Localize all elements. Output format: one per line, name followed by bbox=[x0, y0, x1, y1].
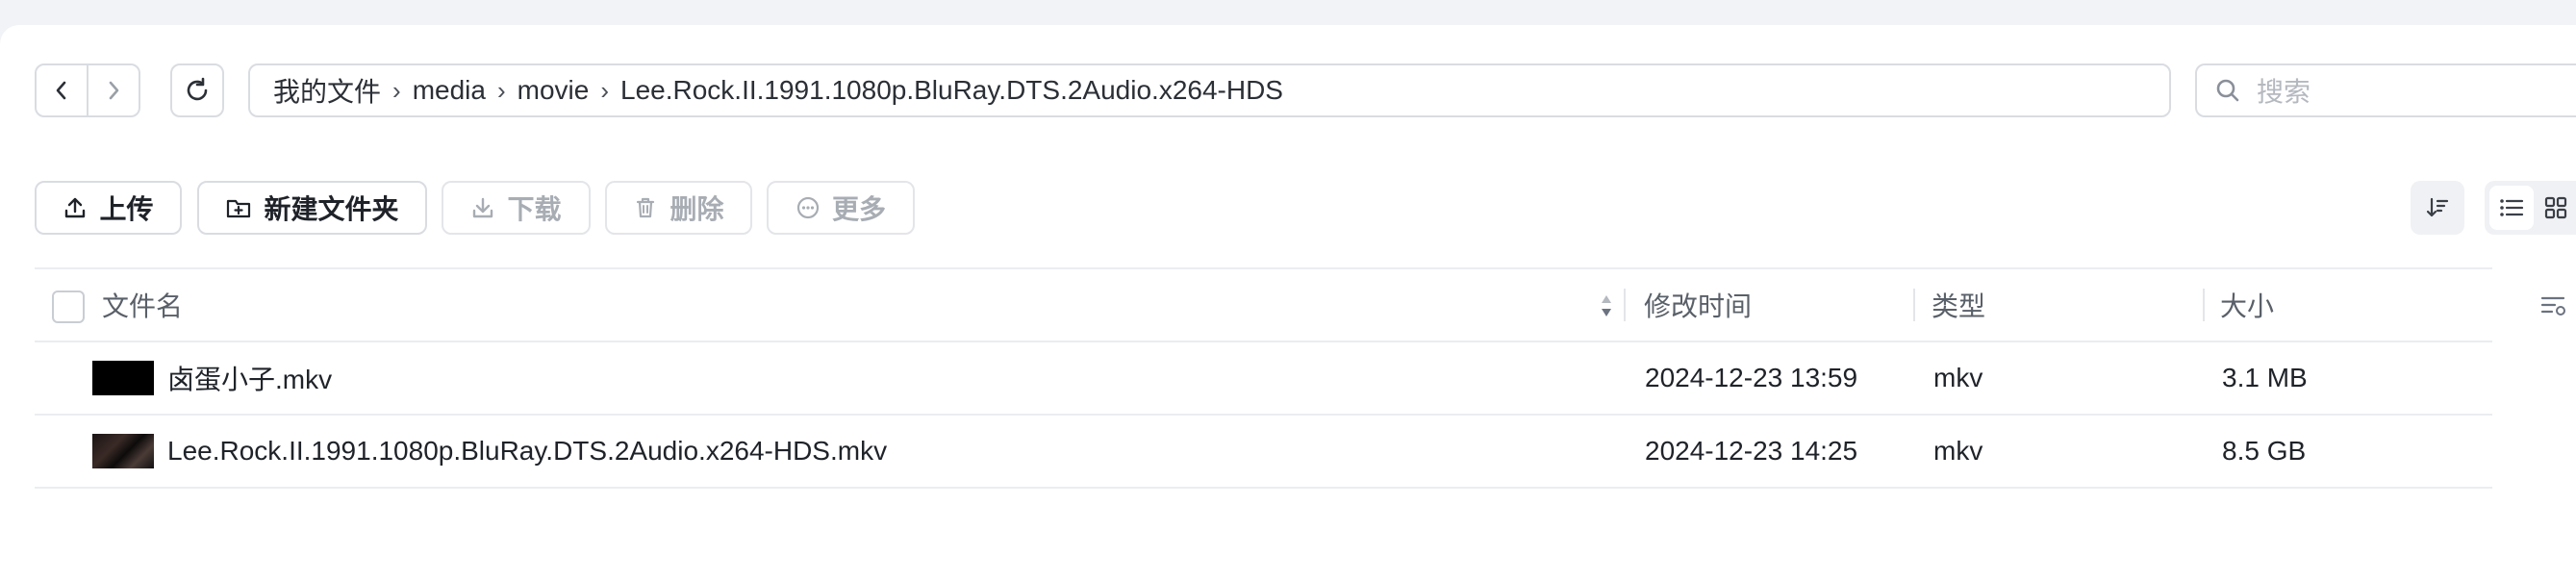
new-folder-label: 新建文件夹 bbox=[264, 194, 399, 224]
file-name[interactable]: 卤蛋小子.mkv bbox=[167, 359, 332, 397]
size-cell: 8.5 GB bbox=[2222, 436, 2307, 466]
upload-icon bbox=[63, 195, 88, 220]
history-nav bbox=[35, 63, 140, 117]
more-button[interactable]: 更多 bbox=[767, 181, 915, 235]
type-cell: mkv bbox=[1933, 363, 1983, 392]
sort-button[interactable] bbox=[2411, 181, 2464, 235]
new-folder-button[interactable]: 新建文件夹 bbox=[197, 181, 427, 235]
column-header-modified-label: 修改时间 bbox=[1644, 291, 1753, 321]
list-view-button[interactable] bbox=[2489, 186, 2534, 230]
table-row[interactable]: 卤蛋小子.mkv 2024-12-23 13:59 mkv 3.1 MB bbox=[35, 342, 2492, 414]
upload-label: 上传 bbox=[99, 194, 154, 224]
list-icon bbox=[2498, 196, 2525, 219]
column-settings-icon bbox=[2539, 292, 2568, 319]
column-header-size-label: 大小 bbox=[2220, 291, 2275, 321]
column-header-name[interactable]: 文件名 bbox=[102, 269, 183, 341]
file-name[interactable]: Lee.Rock.II.1991.1080p.BluRay.DTS.2Audio… bbox=[167, 436, 887, 467]
grid-icon bbox=[2543, 195, 2568, 220]
file-name-cell: 卤蛋小子.mkv bbox=[92, 342, 332, 414]
chevron-left-icon bbox=[52, 79, 71, 102]
column-header-type-label: 类型 bbox=[1932, 291, 1986, 321]
column-settings-button[interactable] bbox=[2539, 292, 2568, 319]
checkbox[interactable] bbox=[52, 290, 85, 323]
select-all-checkbox[interactable] bbox=[52, 290, 85, 323]
chevron-right-icon bbox=[104, 79, 123, 102]
delete-button[interactable]: 删除 bbox=[605, 181, 752, 235]
column-header-type[interactable]: 类型 bbox=[1932, 269, 1985, 341]
row-divider bbox=[35, 487, 2492, 489]
sort-toggle[interactable] bbox=[1599, 290, 1614, 321]
refresh-icon bbox=[183, 76, 212, 105]
video-thumbnail bbox=[92, 361, 154, 395]
trash-icon bbox=[633, 195, 658, 220]
table-top-divider bbox=[35, 267, 2492, 269]
modified-cell: 2024-12-23 13:59 bbox=[1645, 363, 1858, 392]
column-divider[interactable] bbox=[2203, 289, 2205, 321]
file-name-cell: Lee.Rock.II.1991.1080p.BluRay.DTS.2Audio… bbox=[92, 416, 887, 487]
download-button[interactable]: 下载 bbox=[442, 181, 591, 235]
file-browser-panel: 我的文件 › media › movie › Lee.Rock.II.1991.… bbox=[0, 25, 2576, 581]
download-label: 下载 bbox=[507, 194, 562, 224]
column-divider[interactable] bbox=[1913, 289, 1915, 321]
sort-descending-icon bbox=[2424, 194, 2451, 221]
breadcrumb-separator: › bbox=[600, 75, 609, 105]
breadcrumb-item-movie[interactable]: movie bbox=[518, 75, 590, 106]
column-header-modified[interactable]: 修改时间 bbox=[1644, 269, 1752, 341]
column-header-name-label: 文件名 bbox=[102, 291, 184, 321]
upload-button[interactable]: 上传 bbox=[35, 181, 182, 235]
column-header-size[interactable]: 大小 bbox=[2220, 269, 2274, 341]
refresh-button[interactable] bbox=[170, 63, 224, 117]
size-cell: 3.1 MB bbox=[2222, 363, 2308, 392]
breadcrumb-item-root[interactable]: 我的文件 bbox=[273, 71, 381, 110]
delete-label: 删除 bbox=[669, 194, 724, 224]
breadcrumb-separator: › bbox=[392, 75, 401, 105]
search-input[interactable]: 搜索 bbox=[2195, 63, 2576, 117]
forward-button[interactable] bbox=[87, 65, 139, 115]
video-thumbnail bbox=[92, 434, 154, 468]
breadcrumb-item-current[interactable]: Lee.Rock.II.1991.1080p.BluRay.DTS.2Audio… bbox=[620, 75, 1283, 106]
breadcrumb-separator: › bbox=[496, 75, 506, 105]
breadcrumb: 我的文件 › media › movie › Lee.Rock.II.1991.… bbox=[248, 63, 2171, 117]
more-circle-icon bbox=[796, 195, 821, 220]
column-divider[interactable] bbox=[1624, 289, 1626, 321]
search-placeholder: 搜索 bbox=[2257, 77, 2311, 107]
sort-arrows-icon bbox=[1599, 290, 1614, 321]
modified-cell: 2024-12-23 14:25 bbox=[1645, 436, 1858, 466]
search-icon bbox=[2214, 77, 2241, 104]
folder-plus-icon bbox=[225, 195, 252, 220]
grid-view-button[interactable] bbox=[2534, 186, 2576, 230]
download-icon bbox=[470, 195, 495, 220]
view-mode-toggle bbox=[2485, 181, 2576, 235]
back-button[interactable] bbox=[37, 65, 87, 115]
table-row[interactable]: Lee.Rock.II.1991.1080p.BluRay.DTS.2Audio… bbox=[35, 416, 2492, 487]
breadcrumb-item-media[interactable]: media bbox=[413, 75, 486, 106]
more-label: 更多 bbox=[831, 194, 886, 224]
type-cell: mkv bbox=[1933, 436, 1983, 466]
